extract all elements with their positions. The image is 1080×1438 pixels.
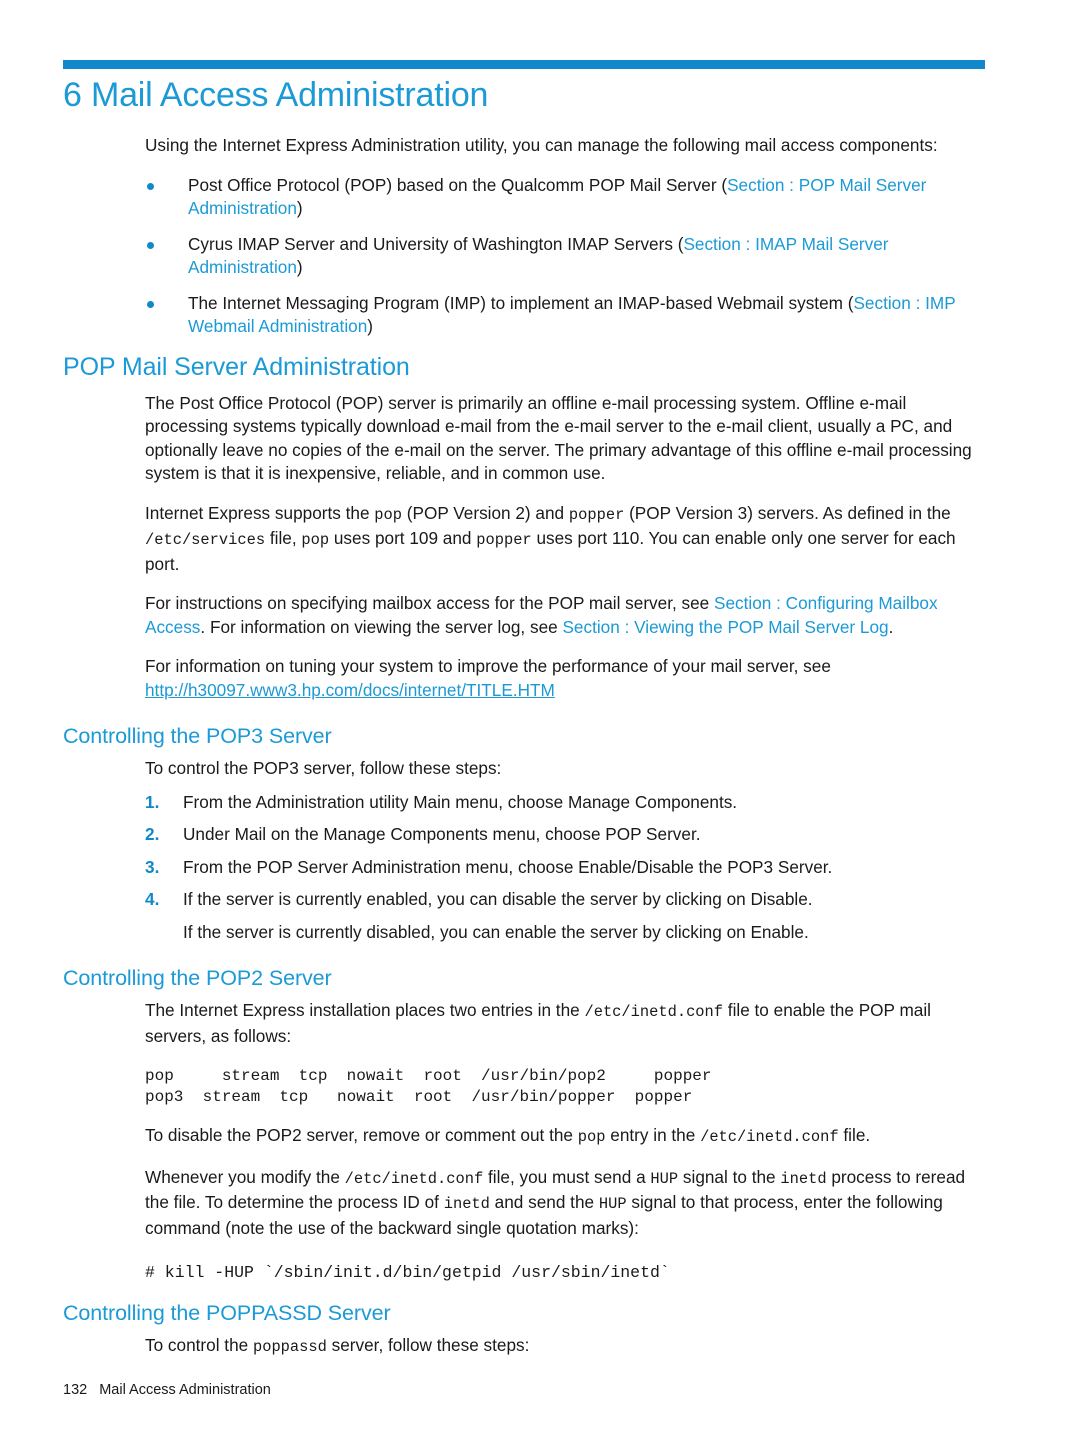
header-rule [63,60,985,69]
text-run: To control the [145,1335,253,1355]
page-content: Using the Internet Express Administratio… [63,134,993,1376]
code-inetd: inetd [780,1169,827,1188]
list-item: Under Mail on the Manage Components menu… [145,823,701,846]
list-item: From the POP Server Administration menu,… [145,856,833,879]
page-footer: 132 Mail Access Administration [63,1382,271,1398]
pop-paragraph-3: For instructions on specifying mailbox a… [63,592,993,639]
pop2-paragraph-1: The Internet Express installation places… [63,999,993,1048]
pop2-paragraph-3: Whenever you modify the /etc/inetd.conf … [63,1166,993,1241]
bullet-text-after: ) [296,257,303,277]
code-hup: HUP [650,1169,679,1188]
text-run: (POP Version 3) servers. As defined in t… [624,502,951,523]
pop2-paragraph-2: To disable the POP2 server, remove or co… [63,1124,993,1150]
code-popper: popper [476,531,532,549]
list-item: From the Administration utility Main men… [145,791,738,814]
text-run: . For information on viewing the server … [200,616,563,637]
text-run: signal to the [678,1166,781,1187]
external-url-link[interactable]: http://h30097.www3.hp.com/docs/internet/… [145,680,555,700]
text-run: file. [838,1125,871,1145]
code-etc-inetd-conf: /etc/inetd.conf [584,1003,724,1021]
text-run: Whenever you modify the [145,1166,345,1187]
text-run: . [888,616,894,637]
code-etc-services: /etc/services [145,531,266,549]
bullet-text-after: ) [367,316,374,336]
code-pop: pop [374,505,403,524]
list-item: Cyrus IMAP Server and University of Wash… [145,233,993,280]
code-etc-inetd-conf: /etc/inetd.conf [700,1128,839,1146]
text-run: To disable the POP2 server, remove or co… [145,1125,578,1145]
page-title: 6 Mail Access Administration [63,76,489,114]
subsection-heading-pop2: Controlling the POP2 Server [63,966,332,990]
subsection-heading-pop3: Controlling the POP3 Server [63,724,332,748]
list-item: Post Office Protocol (POP) based on the … [145,174,993,221]
pop3-step4-continuation: If the server is currently disabled, you… [183,921,809,942]
text-run: uses port 109 and [329,528,477,548]
text-run: and send the [489,1192,599,1212]
bullet-text-before: Post Office Protocol (POP) based on the … [188,174,728,195]
kill-command-code-block: # kill -HUP `/sbin/init.d/bin/getpid /us… [145,1263,670,1282]
code-pop: pop [577,1128,606,1146]
list-item: If the server is currently enabled, you … [145,888,813,911]
pop-paragraph-4: For information on tuning your system to… [63,655,993,702]
code-popper: popper [568,505,625,524]
footer-running-head: Mail Access Administration [99,1382,271,1398]
pop-paragraph-1: The Post Office Protocol (POP) server is… [145,392,972,484]
text-run: server, follow these steps: [326,1335,530,1355]
poppassd-paragraph-1: To control the poppassd server, follow t… [63,1334,993,1360]
code-inetd: inetd [443,1195,490,1213]
text-run: (POP Version 2) and [402,502,569,523]
pop-paragraph-2: Internet Express supports the pop (POP V… [63,502,993,577]
bullet-text-before: The Internet Messaging Program (IMP) to … [188,292,854,313]
components-bullet-list: Post Office Protocol (POP) based on the … [63,174,993,339]
pop3-steps-list: From the Administration utility Main men… [63,791,993,912]
text-run: file, you must send a [483,1166,651,1187]
cross-reference-link[interactable]: Section : Viewing the POP Mail Server Lo… [562,617,888,637]
inetd-conf-code-block: pop stream tcp nowait root /usr/bin/pop2… [145,1067,712,1106]
document-page: 6 Mail Access Administration Using the I… [0,0,1080,1438]
section-heading-pop-mail-server: POP Mail Server Administration [63,352,410,381]
subsection-heading-poppassd: Controlling the POPPASSD Server [63,1301,391,1325]
code-pop: pop [301,531,330,549]
text-run: Internet Express supports the [145,502,375,523]
bullet-text-after: ) [296,198,303,218]
text-run: file, [265,528,302,548]
code-hup: HUP [598,1195,627,1213]
footer-page-number: 132 [63,1382,88,1398]
intro-paragraph: Using the Internet Express Administratio… [145,135,938,155]
code-poppassd: poppassd [252,1338,327,1356]
list-item: The Internet Messaging Program (IMP) to … [145,292,993,339]
text-run: For instructions on specifying mailbox a… [145,593,715,613]
code-etc-inetd-conf: /etc/inetd.conf [344,1169,484,1188]
text-run: For information on tuning your system to… [145,656,831,676]
text-run: The Internet Express installation places… [145,1000,585,1020]
bullet-text-before: Cyrus IMAP Server and University of Wash… [188,233,684,254]
text-run: entry in the [605,1125,701,1145]
pop3-intro: To control the POP3 server, follow these… [145,758,502,778]
